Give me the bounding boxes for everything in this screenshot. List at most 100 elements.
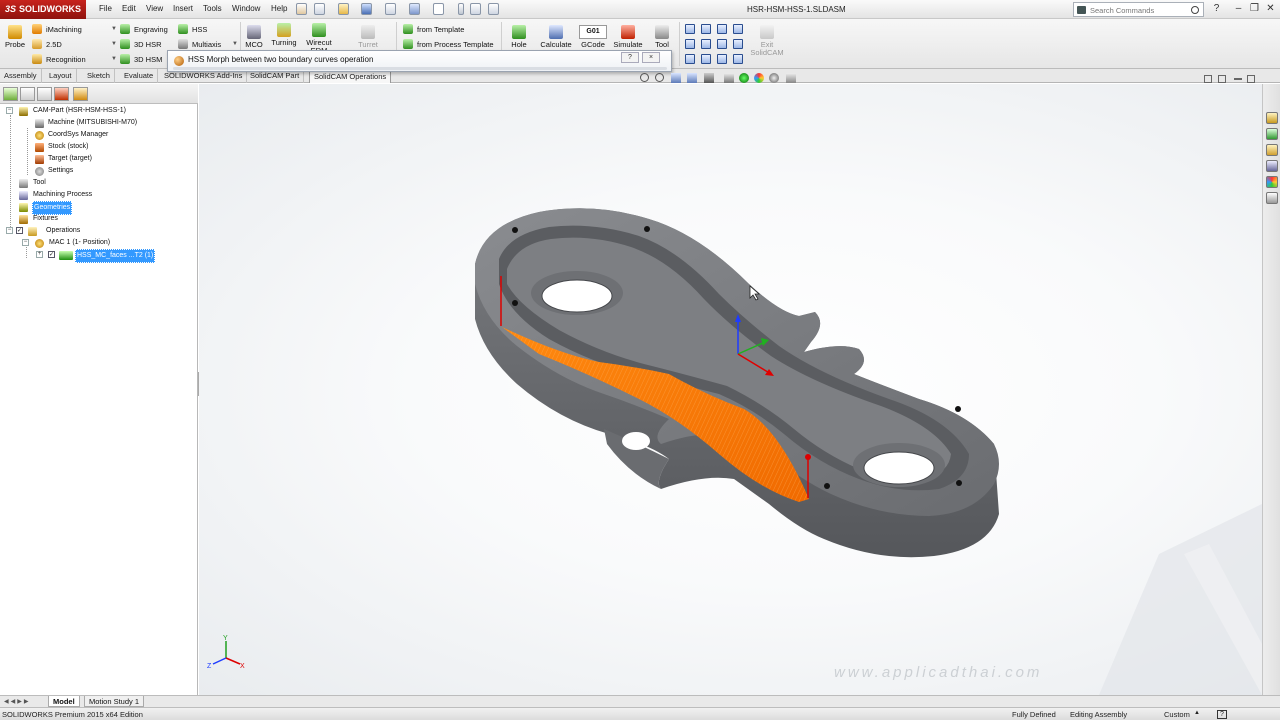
menu-tools[interactable]: Tools: [203, 4, 222, 13]
open-folder-icon[interactable]: [338, 3, 349, 15]
file-explorer-icon[interactable]: [1266, 144, 1278, 156]
tree-item-target[interactable]: Target (target): [0, 153, 198, 165]
solidworks-resources-icon[interactable]: [1266, 112, 1278, 124]
tree-item-mac[interactable]: − MAC 1 (1- Position): [0, 237, 198, 249]
apply-scene-icon[interactable]: [769, 73, 779, 83]
design-library-icon[interactable]: [1266, 128, 1278, 140]
turret-button[interactable]: Turret: [352, 25, 384, 49]
menu-edit[interactable]: Edit: [122, 4, 136, 13]
minimize-icon[interactable]: –: [1232, 2, 1245, 15]
from-template-button[interactable]: from Template: [403, 24, 464, 34]
tree-item-fixtures[interactable]: Fixtures: [0, 213, 198, 225]
hss-button[interactable]: HSS: [178, 24, 207, 34]
graphics-viewport[interactable]: Y X Z: [199, 73, 1262, 695]
select-arrow-icon[interactable]: [433, 3, 444, 15]
tool-button[interactable]: Tool: [650, 25, 674, 49]
view-orientation-icon[interactable]: [704, 73, 714, 83]
edit-appearance-icon[interactable]: [754, 73, 764, 83]
toolpath-grid-icon[interactable]: [717, 54, 727, 64]
undo-icon[interactable]: [409, 3, 420, 15]
two-five-d-button[interactable]: 2.5D: [32, 39, 62, 49]
tree-item-cam-part[interactable]: − CAM-Part (HSR-HSM-HSS-1): [0, 105, 198, 117]
viewport-split-icon[interactable]: [1204, 75, 1212, 83]
collapse-icon[interactable]: −: [6, 227, 13, 234]
tab-model[interactable]: Model: [48, 696, 80, 707]
toolpath-grid-icon[interactable]: [733, 39, 743, 49]
units-dropdown-icon[interactable]: ▲: [1194, 710, 1200, 716]
two-five-d-dropdown-icon[interactable]: ▼: [111, 41, 117, 47]
toolpath-grid-icon[interactable]: [701, 39, 711, 49]
tab-layout[interactable]: Layout: [45, 69, 77, 83]
section-view-icon[interactable]: [687, 73, 697, 83]
operations-checkbox[interactable]: ✓: [16, 227, 23, 234]
menu-help[interactable]: Help: [271, 4, 287, 13]
print-icon[interactable]: [385, 3, 396, 15]
collapse-icon[interactable]: −: [22, 239, 29, 246]
toolpath-grid-icon[interactable]: [717, 39, 727, 49]
hsr-3d-button[interactable]: 3D HSR: [120, 39, 162, 49]
feature-manager-tab-icon[interactable]: [3, 87, 18, 101]
menu-window[interactable]: Window: [232, 4, 260, 13]
toolpath-grid-icon[interactable]: [733, 54, 743, 64]
imachining-button[interactable]: iMachining: [32, 24, 82, 34]
restore-icon[interactable]: ❐: [1248, 2, 1261, 15]
expand-icon[interactable]: +: [36, 251, 43, 258]
tooltip-help-button[interactable]: ?: [621, 52, 639, 63]
operation-checkbox[interactable]: ✓: [48, 251, 55, 258]
mco-button[interactable]: MCO: [243, 25, 265, 49]
tree-item-machine[interactable]: Machine (MITSUBISHI-M70): [0, 117, 198, 129]
from-process-template-button[interactable]: from Process Template: [403, 39, 494, 49]
property-manager-tab-icon[interactable]: [20, 87, 35, 101]
menu-insert[interactable]: Insert: [173, 4, 193, 13]
tree-item-stock[interactable]: Stock (stock): [0, 141, 198, 153]
tree-item-machining-process[interactable]: Machining Process: [0, 189, 198, 201]
display-style-icon[interactable]: [724, 73, 734, 83]
engraving-button[interactable]: Engraving: [120, 24, 168, 34]
tab-evaluate[interactable]: Evaluate: [120, 69, 159, 83]
toolpath-grid-icon[interactable]: [685, 24, 695, 34]
multiaxis-dropdown-icon[interactable]: ▼: [232, 41, 238, 47]
search-input[interactable]: Search Commands: [1090, 6, 1154, 15]
viewport-link-icon[interactable]: [1218, 75, 1226, 83]
tab-assembly[interactable]: Assembly: [0, 69, 42, 83]
tab-scroll-arrows-icon[interactable]: ◀◀▶▶: [4, 698, 40, 705]
zoom-area-icon[interactable]: [655, 73, 664, 82]
save-icon[interactable]: [361, 3, 372, 15]
collapse-icon[interactable]: −: [6, 107, 13, 114]
previous-view-icon[interactable]: [671, 73, 681, 83]
search-commands-box[interactable]: Search Commands: [1073, 2, 1204, 17]
hide-show-items-icon[interactable]: [739, 73, 749, 83]
tooltip-close-button[interactable]: ×: [642, 52, 660, 63]
tab-motion-study[interactable]: Motion Study 1: [84, 696, 145, 707]
multiaxis-button[interactable]: Multiaxis: [178, 39, 221, 49]
imachining-dropdown-icon[interactable]: ▼: [111, 26, 117, 32]
recognition-dropdown-icon[interactable]: ▼: [111, 56, 117, 62]
appearances-icon[interactable]: [1266, 176, 1278, 188]
exit-solidcam-button[interactable]: Exit SolidCAM: [748, 25, 786, 57]
tree-item-hss-operation[interactable]: + ✓ HSS_MC_faces ...T2 (1): [0, 249, 198, 263]
file-properties-icon[interactable]: [470, 3, 481, 15]
options-gear-icon[interactable]: [488, 3, 499, 15]
rebuild-icon[interactable]: [458, 3, 464, 15]
toolpath-grid-icon[interactable]: [685, 54, 695, 64]
tab-sketch[interactable]: Sketch: [83, 69, 115, 83]
tree-item-settings[interactable]: Settings: [0, 165, 198, 177]
calculate-button[interactable]: Calculate: [538, 25, 574, 49]
pin-icon[interactable]: [296, 3, 307, 15]
gcode-button[interactable]: G01 GCode: [579, 25, 607, 49]
toolpath-grid-icon[interactable]: [717, 24, 727, 34]
hsm-3d-button[interactable]: 3D HSM: [120, 54, 162, 64]
simulate-button[interactable]: Simulate: [611, 25, 645, 49]
menu-file[interactable]: File: [99, 4, 112, 13]
view-settings-icon[interactable]: [786, 73, 796, 83]
zoom-to-fit-icon[interactable]: [640, 73, 649, 82]
recognition-button[interactable]: Recognition: [32, 54, 86, 64]
hole-button[interactable]: Hole: [506, 25, 532, 49]
menu-view[interactable]: View: [146, 4, 163, 13]
toolpath-grid-icon[interactable]: [685, 39, 695, 49]
configuration-manager-tab-icon[interactable]: [37, 87, 52, 101]
viewport-maximize-icon[interactable]: [1247, 75, 1255, 83]
search-icon[interactable]: [1191, 6, 1199, 14]
tree-item-tool[interactable]: Tool: [0, 177, 198, 189]
toolpath-grid-icon[interactable]: [701, 54, 711, 64]
